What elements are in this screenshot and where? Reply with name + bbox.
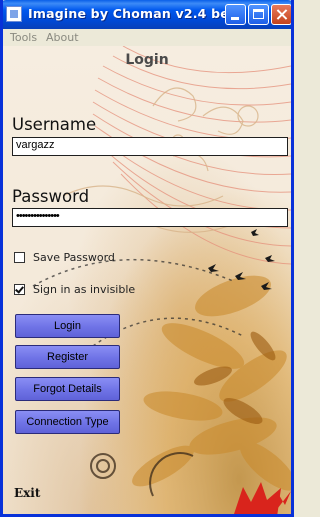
save-password-label[interactable]: Save Password	[33, 251, 115, 264]
register-button[interactable]: Register	[15, 345, 120, 369]
password-label: Password	[12, 187, 90, 206]
password-field[interactable]: •••••••••••••••	[12, 208, 288, 227]
sign-in-invisible-checkbox[interactable]	[14, 284, 25, 295]
app-window: Imagine by Choman v2.4 beta Tools About	[0, 0, 294, 517]
login-heading: Login	[125, 52, 169, 68]
menu-about[interactable]: About	[46, 31, 79, 44]
exit-link[interactable]: Exit	[14, 486, 40, 500]
login-panel: Login Username vargazz Password ••••••••…	[3, 46, 291, 514]
forgot-details-button[interactable]: Forgot Details	[15, 377, 120, 401]
minimize-button[interactable]	[225, 4, 246, 25]
login-button[interactable]: Login	[15, 314, 120, 338]
save-password-checkbox[interactable]	[14, 252, 25, 263]
username-field[interactable]: vargazz	[12, 137, 288, 156]
menu-tools[interactable]: Tools	[10, 31, 37, 44]
window-title: Imagine by Choman v2.4 beta	[28, 6, 244, 21]
maximize-button[interactable]	[248, 4, 269, 25]
app-icon[interactable]	[6, 6, 22, 22]
title-bar[interactable]: Imagine by Choman v2.4 beta	[3, 0, 291, 29]
sign-in-invisible-label[interactable]: Sign in as invisible	[33, 283, 135, 296]
username-label: Username	[12, 115, 97, 134]
close-button[interactable]	[271, 4, 291, 25]
menu-bar: Tools About	[3, 29, 291, 46]
connection-type-button[interactable]: Connection Type	[15, 410, 120, 434]
